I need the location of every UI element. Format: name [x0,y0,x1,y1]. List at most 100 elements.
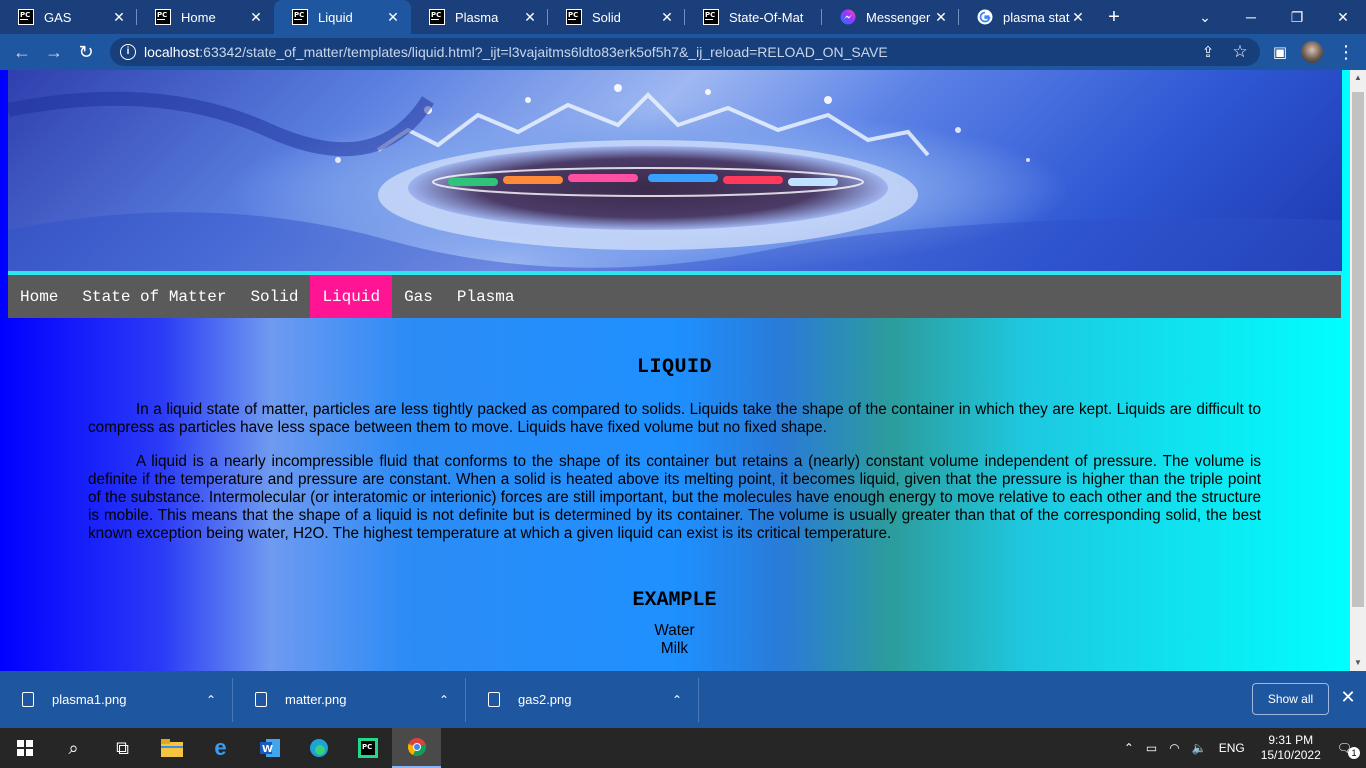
language-indicator[interactable]: ENG [1219,741,1245,755]
search-icon[interactable]: ⌕ [49,728,98,768]
wifi-icon[interactable]: ◠ [1169,741,1179,755]
example-item: Water [654,622,695,639]
clock[interactable]: 9:31 PM 15/10/2022 [1261,733,1321,763]
show-all-button[interactable]: Show all [1252,683,1329,715]
url-path: :63342/state_of_matter/templates/liquid.… [199,44,888,60]
nav-state-of-matter[interactable]: State of Matter [70,275,238,318]
taskbar: ⌕ ⧉ e W PC ⌃ ▭ ◠ 🔈 ENG 9:31 PM 15/10/202… [0,728,1366,768]
tab-state-of-matter[interactable]: PC State-Of-Mat [685,0,822,34]
nav-gas[interactable]: Gas [392,275,445,318]
tab-gas[interactable]: PC GAS ✕ [0,0,137,34]
file-icon [488,692,500,707]
nav-liquid[interactable]: Liquid [310,275,393,318]
forward-icon[interactable]: → [38,36,70,68]
tab-title: Plasma [455,9,499,25]
tab-title: plasma state [1003,9,1070,25]
new-tab-button[interactable]: + [1096,0,1132,34]
download-item[interactable]: gas2.png ⌃ [466,677,699,722]
nav-solid[interactable]: Solid [238,275,310,318]
back-icon[interactable]: ← [6,36,38,68]
reload-icon[interactable]: ↻ [70,36,102,68]
pycharm-icon: PC [703,9,719,25]
edge-icon[interactable] [294,728,343,768]
tab-search-icon[interactable]: ⌄ [1182,0,1228,34]
volume-icon[interactable]: 🔈 [1192,741,1207,755]
scroll-down-icon[interactable]: ▼ [1350,655,1366,671]
date: 15/10/2022 [1260,748,1321,762]
chevron-up-icon[interactable]: ⌃ [439,693,449,707]
download-filename: plasma1.png [52,692,127,707]
restore-icon[interactable]: ❐ [1274,0,1320,34]
system-tray: ⌃ ▭ ◠ 🔈 ENG 9:31 PM 15/10/2022 🗨 1 [1118,728,1366,768]
bookmark-star-icon[interactable]: ☆ [1224,36,1256,68]
notification-badge: 1 [1348,747,1360,759]
profile-avatar[interactable] [1296,36,1328,68]
tab-plasma-state[interactable]: plasma state ✕ [959,0,1096,34]
edge-legacy-icon[interactable]: e [196,728,245,768]
battery-icon[interactable]: ▭ [1146,741,1157,755]
notification-icon[interactable]: 🗨 1 [1337,741,1360,759]
pycharm-icon: PC [429,9,445,25]
menu-icon[interactable]: ⋮ [1330,36,1362,68]
chevron-up-icon[interactable]: ⌃ [672,693,682,707]
chevron-up-icon[interactable]: ⌃ [206,693,216,707]
close-icon[interactable]: ✕ [1070,9,1086,25]
tab-plasma[interactable]: PC Plasma ✕ [411,0,548,34]
tab-title: Liquid [318,9,353,25]
share-icon[interactable]: ⇪ [1192,36,1224,68]
minimize-icon[interactable]: ─ [1228,0,1274,34]
example-list: Water Milk [88,622,1261,658]
tab-title: Solid [592,9,621,25]
download-item[interactable]: plasma1.png ⌃ [0,677,233,722]
download-filename: matter.png [285,692,347,707]
page-title: LIQUID [636,356,712,379]
example-heading: EXAMPLE [632,589,717,612]
file-explorer-icon[interactable] [147,728,196,768]
page-scrollbar[interactable]: ▲ ▼ [1350,70,1366,671]
google-icon [977,9,993,25]
svg-text:PC: PC [362,743,372,751]
downloads-shelf: plasma1.png ⌃ matter.png ⌃ gas2.png ⌃ Sh… [0,671,1366,728]
file-icon [22,692,34,707]
scroll-up-icon[interactable]: ▲ [1350,70,1366,86]
side-panel-icon[interactable]: ▣ [1264,36,1296,68]
pycharm-icon: PC [18,9,34,25]
browser-toolbar: ← → ↻ i localhost:63342/state_of_matter/… [0,34,1366,70]
close-icon[interactable]: ✕ [248,9,264,25]
example-item: Milk [660,640,689,657]
download-item[interactable]: matter.png ⌃ [233,677,466,722]
tab-title: GAS [44,9,72,25]
download-filename: gas2.png [518,692,572,707]
close-icon[interactable]: ✕ [111,9,127,25]
info-icon[interactable]: i [120,44,136,60]
word-icon[interactable]: W [245,728,294,768]
tab-title: Messenger [866,9,931,25]
site-nav: Home State of Matter Solid Liquid Gas Pl… [8,275,1341,318]
tab-solid[interactable]: PC Solid ✕ [548,0,685,34]
close-icon[interactable]: ✕ [522,9,538,25]
svg-text:W: W [262,744,273,755]
close-window-icon[interactable]: ✕ [1320,0,1366,34]
close-icon[interactable]: ✕ [385,9,401,25]
url-host: localhost [144,44,200,60]
nav-home[interactable]: Home [8,275,70,318]
page-viewport: Home State of Matter Solid Liquid Gas Pl… [0,70,1350,671]
tab-home[interactable]: PC Home ✕ [137,0,274,34]
close-icon[interactable]: ✕ [933,9,949,25]
close-icon[interactable]: ✕ [659,9,675,25]
tab-liquid[interactable]: PC Liquid ✕ [274,0,411,34]
chrome-icon[interactable] [392,728,441,768]
pycharm-icon: PC [155,9,171,25]
address-bar[interactable]: i localhost:63342/state_of_matter/templa… [110,38,1260,66]
nav-plasma[interactable]: Plasma [445,275,527,318]
pycharm-taskbar-icon[interactable]: PC [343,728,392,768]
windows-start-icon[interactable] [0,728,49,768]
water-splash-image [8,84,1342,271]
tab-title: State-Of-Mat [729,9,804,25]
chevron-up-icon[interactable]: ⌃ [1124,741,1134,755]
intro-paragraph: In a liquid state of matter, particles a… [88,401,1261,436]
tab-messenger[interactable]: Messenger ✕ [822,0,959,34]
close-icon[interactable]: ✕ [1338,687,1358,711]
scrollbar-thumb[interactable] [1352,92,1364,607]
task-view-icon[interactable]: ⧉ [98,728,147,768]
